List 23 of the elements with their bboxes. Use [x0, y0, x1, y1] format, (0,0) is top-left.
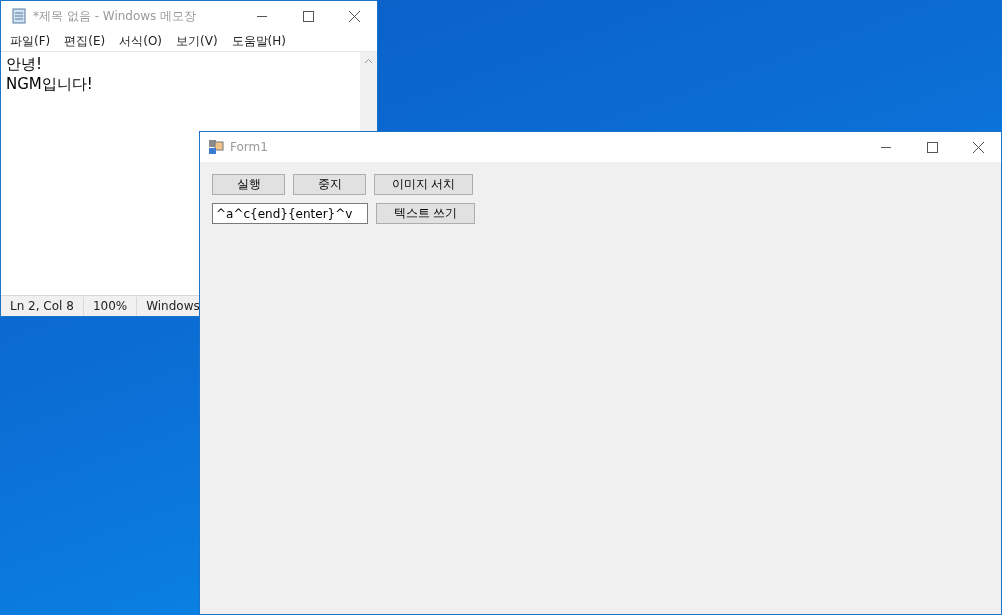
window-title: *제목 없음 - Windows 메모장	[33, 7, 198, 25]
menu-item[interactable]: 보기(V)	[169, 32, 225, 50]
maximize-icon	[926, 141, 938, 153]
input-field[interactable]: ^a^c{end}{enter}^v	[212, 203, 368, 224]
close-icon	[972, 141, 984, 153]
close-icon	[348, 10, 360, 22]
text-line: 안녕!	[6, 54, 43, 74]
menu-item[interactable]: 도움말(H)	[224, 32, 293, 50]
window-title: Form1	[230, 140, 269, 154]
form-button[interactable]: 이미지 서치	[374, 174, 473, 195]
status-text: 100%	[83, 297, 138, 315]
form-button[interactable]: 중지	[293, 174, 366, 195]
text-line: NGM입니다!	[6, 74, 94, 94]
form-button[interactable]: 실행	[212, 174, 285, 195]
form-icon	[208, 139, 224, 155]
menu-item[interactable]: 파일(F)	[3, 32, 58, 50]
scroll-up-icon	[364, 58, 373, 64]
status-text: Ln 2, Col 8	[1, 297, 84, 315]
form-button[interactable]: 텍스트 쓰기	[376, 203, 475, 224]
menu-item[interactable]: 편집(E)	[57, 32, 113, 50]
notepad-icon	[11, 8, 27, 24]
maximize-icon	[302, 10, 314, 22]
menu-item[interactable]: 서식(O)	[112, 32, 170, 50]
